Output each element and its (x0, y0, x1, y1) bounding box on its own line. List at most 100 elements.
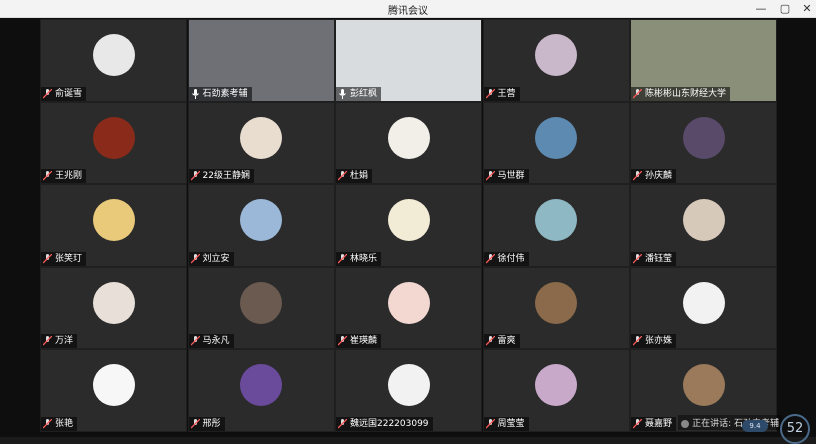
participant-tile[interactable]: 马永凡 (187, 266, 335, 350)
participant-name: 林晓乐 (350, 253, 378, 264)
participant-tile[interactable]: 王兆刚 (40, 101, 187, 185)
window-title: 腾讯会议 (388, 6, 428, 17)
participant-name-label: 崔瑛麟 (336, 334, 382, 349)
mic-off-icon (42, 253, 53, 264)
participant-tile[interactable]: 徐付伟 (482, 184, 630, 267)
participant-name-label: 张笑玎 (41, 251, 87, 266)
mic-off-icon (632, 418, 643, 429)
participant-tile[interactable]: 王营 (482, 19, 630, 102)
participant-tile[interactable]: 魏远国222203099 (335, 349, 482, 432)
participant-name-label: 22级王静娴 (188, 169, 254, 184)
participant-name: 彭红枫 (350, 88, 378, 99)
participant-tile[interactable]: 石劲素考辅 (187, 19, 335, 102)
mic-off-icon (190, 253, 200, 264)
maximize-button[interactable]: ▢ (774, 1, 796, 17)
participant-tile[interactable]: 林晓乐 (335, 184, 482, 267)
participant-name: 魏远国222203099 (350, 418, 429, 429)
avatar (387, 281, 430, 324)
participant-name: 潘钰莹 (645, 253, 673, 264)
participant-count-button[interactable]: 52 (780, 414, 810, 444)
mic-off-icon (42, 335, 53, 346)
mic-off-icon (42, 170, 53, 181)
participant-name: 张笑玎 (55, 253, 83, 264)
avatar (92, 116, 135, 159)
meeting-stage: 俞诞雪 石劲素考辅 彭红枫 王营 陈彬彬山东财经大学王兆刚 22级王静娴 杜娟 马世群 孙庆麟张… (0, 18, 816, 444)
participant-name: 崔瑛麟 (350, 336, 378, 347)
participant-name: 马永凡 (202, 336, 230, 347)
avatar (92, 364, 135, 407)
participant-name-label: 林晓乐 (336, 251, 382, 266)
participant-name: 雷爽 (497, 336, 516, 347)
avatar (92, 34, 135, 76)
mic-on-icon (191, 88, 200, 99)
participant-tile[interactable]: 俞诞雪 (40, 19, 187, 102)
participant-tile[interactable]: 万洋 (40, 266, 187, 350)
minimize-button[interactable]: — (750, 1, 772, 17)
participant-name: 周莹莹 (497, 418, 525, 429)
mic-off-icon (485, 335, 495, 346)
participant-name: 陈彬彬山东财经大学 (645, 88, 727, 99)
participant-name-label: 万洋 (41, 334, 78, 349)
avatar (535, 281, 577, 324)
participant-tile[interactable]: 邢彤 (187, 349, 335, 432)
participant-tile[interactable]: 张亦姝 (630, 266, 777, 350)
participant-name: 杜娟 (350, 171, 369, 182)
participant-tile[interactable]: 刘立安 (187, 184, 335, 267)
participant-name-label: 彭红枫 (336, 86, 382, 101)
participant-tile[interactable]: 陈彬彬山东财经大学 (630, 19, 777, 102)
participant-name-label: 石劲素考辅 (188, 86, 252, 101)
mic-off-icon (42, 418, 53, 429)
participant-name-label: 杜娟 (336, 169, 373, 184)
participant-name: 万洋 (55, 336, 74, 347)
participant-name: 石劲素考辅 (202, 88, 248, 99)
participant-name-label: 陈彬彬山东财经大学 (631, 86, 731, 101)
avatar (240, 281, 282, 324)
participant-tile[interactable]: 张笑玎 (40, 184, 187, 267)
participant-tile[interactable]: 张艳 (40, 349, 187, 432)
participant-tile[interactable]: 22级王静娴 (187, 101, 335, 185)
participant-name: 王营 (497, 88, 516, 99)
participant-name-label: 马永凡 (188, 334, 234, 349)
avatar (387, 199, 430, 242)
title-bar: 腾讯会议 — ▢ ✕ (0, 0, 816, 18)
avatar (535, 116, 577, 159)
mic-off-icon (190, 418, 200, 429)
avatar (240, 199, 282, 242)
participant-name-label: 张亦姝 (631, 334, 677, 349)
participant-tile[interactable]: 周莹莹 (482, 349, 630, 432)
mic-on-icon (338, 88, 347, 99)
mic-off-icon (337, 170, 348, 181)
participant-grid: 俞诞雪 石劲素考辅 彭红枫 王营 陈彬彬山东财经大学王兆刚 22级王静娴 杜娟 马世群 孙庆麟张… (40, 19, 777, 435)
participant-tile[interactable]: 雷爽 (482, 266, 630, 350)
participant-name: 马世群 (497, 171, 525, 182)
participant-name: 刘立安 (202, 253, 230, 264)
mic-off-icon (337, 335, 348, 346)
participant-name: 张艳 (55, 418, 74, 429)
participant-tile[interactable]: 潘钰莹 (630, 184, 777, 267)
avatar (535, 199, 577, 242)
participant-tile[interactable]: 杜娟 (335, 101, 482, 185)
participant-name-label: 邢彤 (188, 416, 225, 431)
participant-tile[interactable]: 孙庆麟 (630, 101, 777, 185)
close-button[interactable]: ✕ (796, 1, 816, 17)
avatar (92, 199, 135, 242)
participant-tile[interactable]: 彭红枫 (335, 19, 482, 102)
avatar (682, 199, 725, 242)
participant-name: 俞诞雪 (55, 88, 83, 99)
participant-name-label: 潘钰莹 (631, 251, 677, 266)
participant-tile[interactable]: 崔瑛麟 (335, 266, 482, 350)
participant-name: 22级王静娴 (202, 171, 250, 182)
participant-name-label: 孙庆麟 (631, 169, 677, 184)
participant-name: 徐付伟 (497, 253, 525, 264)
avatar (682, 116, 725, 159)
participant-name-label: 王兆刚 (41, 169, 87, 184)
participant-name-label: 马世群 (483, 169, 529, 184)
mic-off-icon (485, 418, 495, 429)
participant-tile[interactable]: 马世群 (482, 101, 630, 185)
mic-off-icon (485, 170, 495, 181)
mic-off-icon (190, 335, 200, 346)
avatar (535, 34, 577, 76)
mic-off-icon (632, 88, 643, 99)
mic-off-icon (632, 253, 643, 264)
avatar (92, 281, 135, 324)
